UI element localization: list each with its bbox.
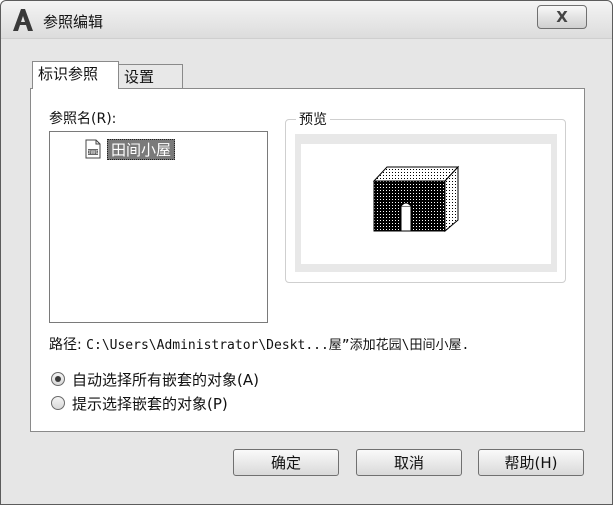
svg-text:DWG: DWG bbox=[87, 150, 100, 156]
path-label: 路径: bbox=[49, 337, 82, 353]
tree-item-label: 田间小屋 bbox=[107, 138, 176, 160]
preview-label: 预览 bbox=[296, 109, 330, 129]
reference-name-label: 参照名(R): bbox=[49, 111, 117, 127]
radio-auto-select-nested[interactable]: 自动选择所有嵌套的对象(A) bbox=[51, 368, 259, 390]
path-value: C:\Users\Administrator\Deskt...屋”添加花园\田间… bbox=[86, 338, 470, 353]
preview-canvas bbox=[301, 144, 551, 264]
radio-prompt-select-label: 提示选择嵌套的对象(P) bbox=[72, 394, 228, 413]
window-title: 参照编辑 bbox=[43, 13, 104, 31]
ok-button[interactable]: 确定 bbox=[233, 449, 339, 476]
autocad-logo-icon bbox=[12, 8, 34, 32]
cancel-button[interactable]: 取消 bbox=[356, 449, 462, 476]
close-icon: X bbox=[556, 8, 568, 26]
reference-name-tree[interactable]: DWG 田间小屋 bbox=[49, 131, 268, 323]
radio-checked-icon[interactable] bbox=[51, 372, 65, 386]
radio-auto-select-label: 自动选择所有嵌套的对象(A) bbox=[72, 370, 259, 389]
house-block-preview-icon bbox=[372, 165, 460, 233]
reference-edit-dialog: 参照编辑 X 设置 标识参照 参照名(R): DWG 田间小屋 预览 路径: C… bbox=[0, 0, 613, 505]
close-button[interactable]: X bbox=[537, 5, 587, 29]
path-row: 路径: C:\Users\Administrator\Deskt...屋”添加花… bbox=[49, 334, 579, 354]
radio-unchecked-icon[interactable] bbox=[51, 396, 65, 410]
help-button[interactable]: 帮助(H) bbox=[478, 449, 584, 476]
drawing-file-icon: DWG bbox=[83, 139, 103, 159]
radio-prompt-select-nested[interactable]: 提示选择嵌套的对象(P) bbox=[51, 392, 228, 414]
tab-identify-reference[interactable]: 标识参照 bbox=[32, 61, 119, 89]
tree-item-reference[interactable]: DWG 田间小屋 bbox=[83, 138, 176, 160]
title-bar[interactable]: 参照编辑 X bbox=[1, 1, 612, 39]
tab-settings[interactable]: 设置 bbox=[118, 64, 183, 90]
